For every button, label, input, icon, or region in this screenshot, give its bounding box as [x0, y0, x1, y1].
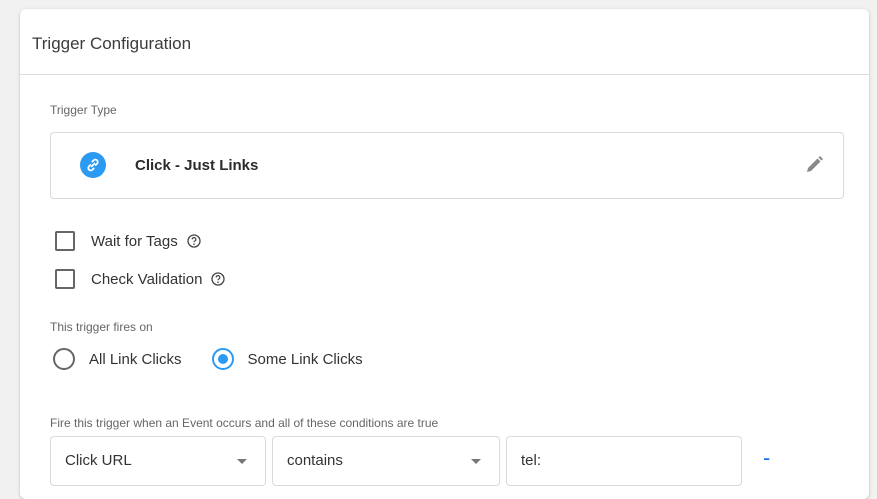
trigger-type-label: Trigger Type [50, 103, 117, 117]
all-link-clicks-label[interactable]: All Link Clicks [89, 351, 182, 368]
all-link-clicks-radio[interactable] [53, 348, 75, 370]
check-validation-label: Check Validation [91, 270, 203, 288]
check-validation-checkbox[interactable] [55, 269, 75, 289]
check-validation-option[interactable]: Check Validation [55, 269, 226, 289]
pencil-icon[interactable] [803, 154, 825, 176]
wait-for-tags-checkbox[interactable] [55, 231, 75, 251]
variable-select[interactable]: Click URL [50, 436, 266, 486]
header-divider [20, 74, 869, 75]
condition-value-input[interactable]: tel: [506, 436, 742, 486]
trigger-type-selector[interactable]: Click - Just Links [50, 132, 844, 199]
chevron-down-icon [237, 459, 247, 464]
link-icon [80, 152, 106, 178]
fires-on-options: All Link Clicks Some Link Clicks [53, 348, 363, 370]
condition-description: Fire this trigger when an Event occurs a… [50, 416, 439, 430]
wait-for-tags-option[interactable]: Wait for Tags [55, 231, 201, 251]
operator-select-value: contains [287, 452, 343, 469]
fires-on-label: This trigger fires on [50, 320, 153, 334]
help-icon[interactable] [211, 272, 226, 286]
card-title: Trigger Configuration [32, 34, 192, 53]
trigger-type-name: Click - Just Links [135, 157, 259, 174]
radio-selected-dot [217, 354, 228, 364]
operator-select[interactable]: contains [272, 436, 500, 486]
chevron-down-icon [471, 459, 481, 464]
help-icon[interactable] [187, 234, 201, 248]
condition-value-text: tel: [521, 452, 542, 469]
some-link-clicks-radio[interactable] [211, 348, 234, 370]
variable-select-value: Click URL [65, 452, 132, 469]
some-link-clicks-label[interactable]: Some Link Clicks [248, 351, 363, 368]
wait-for-tags-label: Wait for Tags [91, 232, 178, 250]
remove-condition-button[interactable]: - [763, 445, 770, 471]
